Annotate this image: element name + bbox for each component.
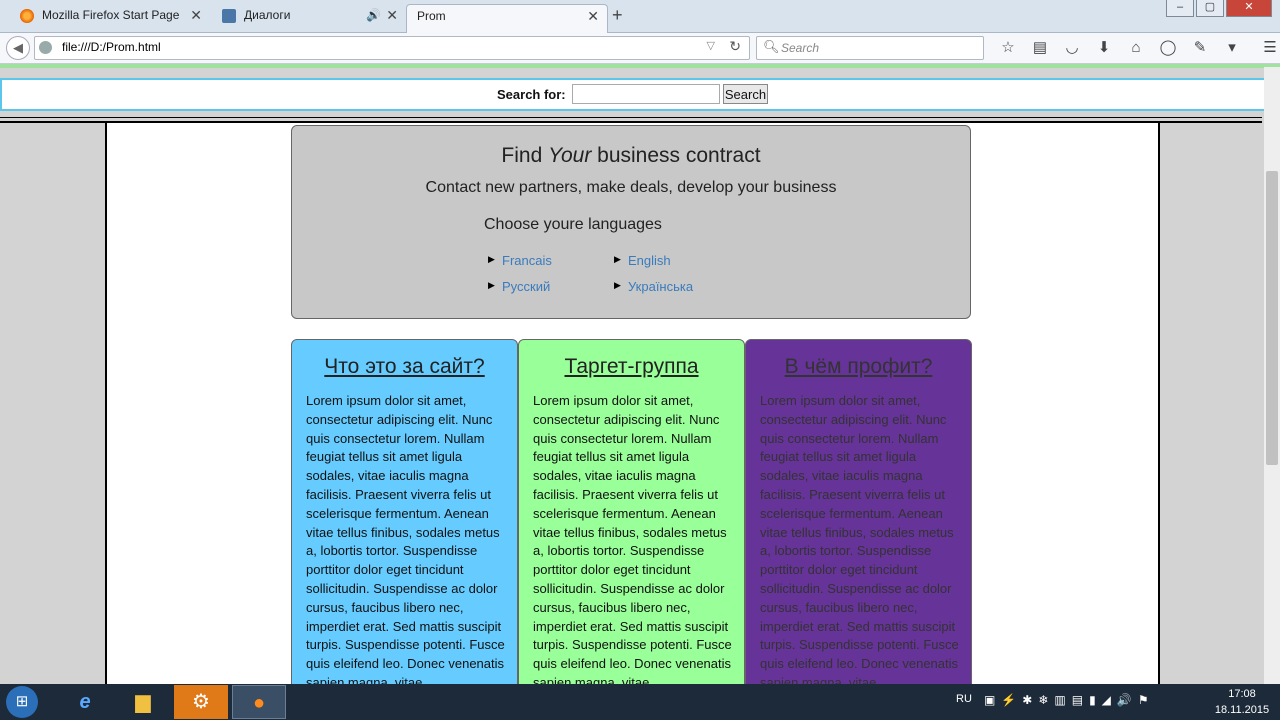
- firefox-icon: [20, 9, 34, 23]
- windows-logo-icon: ⊞: [15, 693, 29, 710]
- taskbar: ⊞ e ▆ ⚙ ● RU ▣⚡✱❄▥▤▮◢🔊⚑ 17:08 18.11.2015: [0, 684, 1280, 720]
- url-bar[interactable]: file:///D:/Prom.html ▽ ↻: [34, 36, 750, 60]
- history-dropdown-icon[interactable]: ▽: [707, 39, 715, 52]
- download-icon[interactable]: ⬇: [1088, 37, 1120, 59]
- extension-icon[interactable]: ✎: [1184, 37, 1216, 59]
- close-tab-icon[interactable]: ✕: [190, 4, 202, 26]
- language-link-russian[interactable]: ▶ Русский: [488, 279, 550, 294]
- back-arrow-icon: ◀: [13, 40, 23, 55]
- bullet-triangle-icon: ▶: [488, 280, 495, 290]
- url-text[interactable]: file:///D:/Prom.html: [62, 40, 161, 54]
- languages-heading: Choose youre languages: [484, 216, 662, 233]
- tab-prom[interactable]: Prom ✕: [406, 4, 608, 33]
- info-column-profit: В чём профит? Lorem ipsum dolor sit amet…: [745, 339, 972, 699]
- tab-title: Prom: [417, 9, 446, 23]
- tab-title: Диалоги: [244, 8, 291, 22]
- page-scrollbar[interactable]: [1264, 67, 1280, 684]
- pocket-icon[interactable]: ◡: [1056, 37, 1088, 59]
- firefox-taskbar-icon[interactable]: ●: [232, 685, 286, 719]
- tray-icons[interactable]: ▣⚡✱❄▥▤▮◢🔊⚑: [984, 693, 1155, 707]
- search-label: Search for:: [497, 87, 566, 102]
- bullet-triangle-icon: ▶: [614, 254, 621, 264]
- menu-icon[interactable]: ☰: [1254, 37, 1280, 59]
- search-icon: 🔍︎: [763, 39, 780, 54]
- scrollbar-thumb[interactable]: [1266, 171, 1278, 465]
- tab-firefox-start[interactable]: Mozilla Firefox Start Page ✕: [10, 4, 210, 32]
- explorer-taskbar-icon[interactable]: ▆: [116, 685, 170, 719]
- language-link-english[interactable]: ▶ English: [614, 253, 671, 268]
- column-title[interactable]: В чём профит?: [746, 355, 971, 379]
- column-text: Lorem ipsum dolor sit amet, consectetur …: [306, 393, 505, 690]
- nav-bar: ◀ file:///D:/Prom.html ▽ ↻ 🔍︎ Search ☆ ▤…: [0, 33, 1280, 64]
- system-tray: RU ▣⚡✱❄▥▤▮◢🔊⚑ 17:08 18.11.2015: [950, 684, 1280, 720]
- site-search-input[interactable]: [572, 84, 720, 104]
- reload-icon[interactable]: ↻: [729, 38, 741, 55]
- back-button[interactable]: ◀: [6, 36, 30, 60]
- language-indicator[interactable]: RU: [956, 693, 972, 705]
- divider-line: [0, 117, 1262, 118]
- column-text: Lorem ipsum dolor sit amet, consectetur …: [760, 393, 959, 690]
- window-controls: – ▢ ✕: [1166, 0, 1272, 18]
- close-tab-icon[interactable]: ✕: [386, 4, 398, 26]
- bookmarks-list-icon[interactable]: ▤: [1024, 37, 1056, 59]
- language-link-ukrainian[interactable]: ▶ Українська: [614, 279, 693, 294]
- column-text: Lorem ipsum dolor sit amet, consectetur …: [533, 393, 732, 690]
- bullet-triangle-icon: ▶: [488, 254, 495, 264]
- new-tab-icon[interactable]: +: [612, 4, 623, 26]
- speaker-icon[interactable]: 🔊: [366, 4, 381, 26]
- globe-icon: [39, 41, 52, 54]
- site-search-bar: Search for: Search: [0, 78, 1266, 111]
- tab-dialogs[interactable]: Диалоги 🔊 ✕: [212, 4, 406, 32]
- info-column-about: Что это за сайт? Lorem ipsum dolor sit a…: [291, 339, 518, 699]
- language-link-francais[interactable]: ▶ Francais: [488, 253, 552, 268]
- toolbar-icons: ☆ ▤ ◡ ⬇ ⌂ ◯ ✎ ▾ ☰: [992, 37, 1280, 59]
- maximize-icon[interactable]: ▢: [1196, 0, 1224, 17]
- bookmark-star-icon[interactable]: ☆: [992, 37, 1024, 59]
- minimize-icon[interactable]: –: [1166, 0, 1194, 17]
- vk-icon: [222, 9, 236, 23]
- site-search-button[interactable]: Search: [723, 84, 768, 104]
- column-title[interactable]: Таргет-группа: [519, 355, 744, 379]
- divider-line: [0, 121, 1262, 123]
- chat-icon[interactable]: ◯: [1152, 37, 1184, 59]
- hero-title: Find Your business contract: [501, 144, 761, 167]
- search-placeholder: Search: [781, 41, 820, 55]
- hero-subtitle: Contact new partners, make deals, develo…: [425, 179, 837, 196]
- overflow-chevron-icon[interactable]: ▾: [1216, 37, 1248, 59]
- start-button[interactable]: ⊞: [6, 686, 38, 718]
- clock-time[interactable]: 17:08: [1206, 688, 1278, 700]
- info-column-target: Таргет-группа Lorem ipsum dolor sit amet…: [518, 339, 745, 699]
- home-icon[interactable]: ⌂: [1120, 37, 1152, 59]
- close-tab-icon[interactable]: ✕: [587, 5, 599, 27]
- ie-taskbar-icon[interactable]: e: [58, 685, 112, 719]
- settings-taskbar-icon[interactable]: ⚙: [174, 685, 228, 719]
- toolbar-divider: [0, 64, 1280, 68]
- bullet-triangle-icon: ▶: [614, 280, 621, 290]
- close-window-icon[interactable]: ✕: [1226, 0, 1272, 17]
- tab-title: Mozilla Firefox Start Page: [42, 8, 180, 22]
- browser-search-field[interactable]: 🔍︎ Search: [756, 36, 984, 60]
- hero-box: Find Your business contract Contact new …: [291, 125, 971, 319]
- tab-bar: Mozilla Firefox Start Page ✕ Диалоги 🔊 ✕…: [0, 0, 1280, 33]
- column-title[interactable]: Что это за сайт?: [292, 355, 517, 379]
- clock-date[interactable]: 18.11.2015: [1206, 704, 1278, 716]
